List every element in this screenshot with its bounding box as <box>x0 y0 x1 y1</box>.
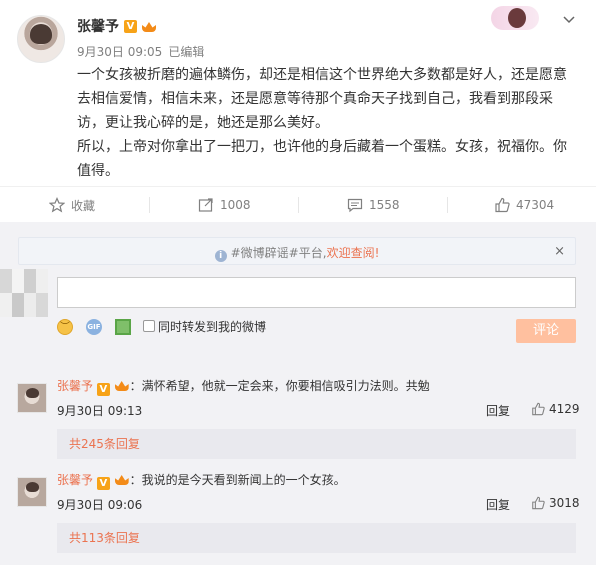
repost-count: 1008 <box>220 198 251 212</box>
verified-badge-icon: V <box>124 20 137 33</box>
thumbs-up-icon <box>532 496 545 510</box>
vip-crown-icon <box>141 20 157 33</box>
repost-button[interactable]: 1008 <box>198 187 251 223</box>
divider <box>298 197 299 213</box>
like-count: 47304 <box>516 198 555 212</box>
repost-icon <box>198 198 213 212</box>
comment-text: ：我说的是今天看到新闻上的一个女孩。 <box>129 473 346 487</box>
notice-prefix[interactable]: #微博辟谣#平台, <box>231 246 327 260</box>
post-text-line: 所以，上帝对你拿出了一把刀，也许他的身后藏着一个蛋糕。女孩，祝福你。你 <box>77 139 567 155</box>
comment-count: 1558 <box>369 198 400 212</box>
divider <box>149 197 150 213</box>
forward-label[interactable]: 同时转发到我的微博 <box>158 318 266 335</box>
corner-user-avatar[interactable] <box>491 6 539 30</box>
thumbs-up-icon <box>495 197 510 213</box>
rumor-notice: i #微博辟谣#平台,欢迎查阅! × <box>18 237 576 265</box>
divider <box>447 197 448 213</box>
verified-badge-icon: V <box>96 477 110 490</box>
favorite-label: 收藏 <box>71 198 96 213</box>
post-text-line: 一个女孩被折磨的遍体鳞伤，却还是相信这个世界绝大多数都是好人，还是愿意 <box>77 67 567 83</box>
author-name[interactable]: 张馨予 <box>77 16 119 36</box>
author-avatar[interactable] <box>17 15 65 63</box>
star-icon <box>49 197 65 213</box>
like-button[interactable]: 47304 <box>494 187 554 223</box>
vip-crown-icon <box>114 379 130 392</box>
sub-replies-link[interactable]: 共245条回复 <box>57 429 576 459</box>
comment-like-button[interactable]: 3018 <box>531 496 580 510</box>
post-date[interactable]: 9月30日 09:05 <box>77 45 162 59</box>
notice-text: i #微博辟谣#平台,欢迎查阅! <box>19 244 575 262</box>
image-icon[interactable] <box>115 319 131 335</box>
reply-button[interactable]: 回复 <box>486 496 510 513</box>
post-text: 一个女孩被折磨的遍体鳞伤，却还是相信这个世界绝大多数都是好人，还是愿意 去相信爱… <box>77 63 582 183</box>
forward-checkbox[interactable] <box>143 320 155 332</box>
favorite-button[interactable]: 收藏 <box>49 187 95 223</box>
chevron-down-icon[interactable] <box>563 13 575 25</box>
submit-comment-button[interactable]: 评论 <box>516 319 576 343</box>
comment-line: 张馨予 V ：我说的是今天看到新闻上的一个女孩。 <box>57 471 346 490</box>
post-meta: 9月30日 09:05 已编辑 <box>77 43 204 60</box>
comment-avatar[interactable] <box>17 383 47 413</box>
comment-line: 张馨予 V ：满怀希望，他就一定会来，你要相信吸引力法则。共勉 <box>57 377 430 396</box>
comment-like-count: 4129 <box>549 402 580 416</box>
comment-icon <box>347 198 363 213</box>
reply-button[interactable]: 回复 <box>486 402 510 419</box>
weibo-post: 张馨予 V 9月30日 09:05 已编辑 一个女孩被折磨的遍体鳞伤，却还是相信这… <box>0 0 596 186</box>
comment-button[interactable]: 1558 <box>347 187 400 223</box>
current-user-avatar <box>0 269 48 317</box>
thumbs-up-icon <box>532 402 545 416</box>
comment-time: 9月30日 09:06 <box>57 498 143 512</box>
comment-input[interactable] <box>57 277 576 308</box>
sub-replies-link[interactable]: 共113条回复 <box>57 523 576 553</box>
comment-text: ：满怀希望，他就一定会来，你要相信吸引力法则。共勉 <box>129 379 430 393</box>
emoji-icon[interactable] <box>57 318 73 335</box>
verified-badge-icon: V <box>96 383 110 396</box>
post-text-line: 去相信爱情，相信未来，还是愿意等待那个真命天子找到自己，我看到那段采 <box>77 91 553 107</box>
close-icon[interactable]: × <box>554 244 565 259</box>
comment-author[interactable]: 张馨予 <box>57 379 93 393</box>
comments-panel: i #微博辟谣#平台,欢迎查阅! × GIF 同时转发到我的微博 评论 张馨予 V… <box>0 222 596 565</box>
comment-time: 9月30日 09:13 <box>57 404 143 418</box>
comment-author[interactable]: 张馨予 <box>57 473 93 487</box>
info-icon: i <box>214 250 227 262</box>
edited-label[interactable]: 已编辑 <box>168 45 204 59</box>
notice-link[interactable]: 欢迎查阅! <box>327 246 380 260</box>
comment-avatar[interactable] <box>17 477 47 507</box>
post-text-line: 值得。 <box>77 163 119 179</box>
comment-like-count: 3018 <box>549 496 580 510</box>
vip-crown-icon <box>114 473 130 486</box>
post-text-line: 访，更让我心碎的是，她还是那么美好。 <box>77 115 329 131</box>
gif-icon[interactable]: GIF <box>86 319 102 335</box>
comment-like-button[interactable]: 4129 <box>531 402 580 416</box>
action-bar: 收藏 1008 1558 47304 <box>0 186 596 222</box>
